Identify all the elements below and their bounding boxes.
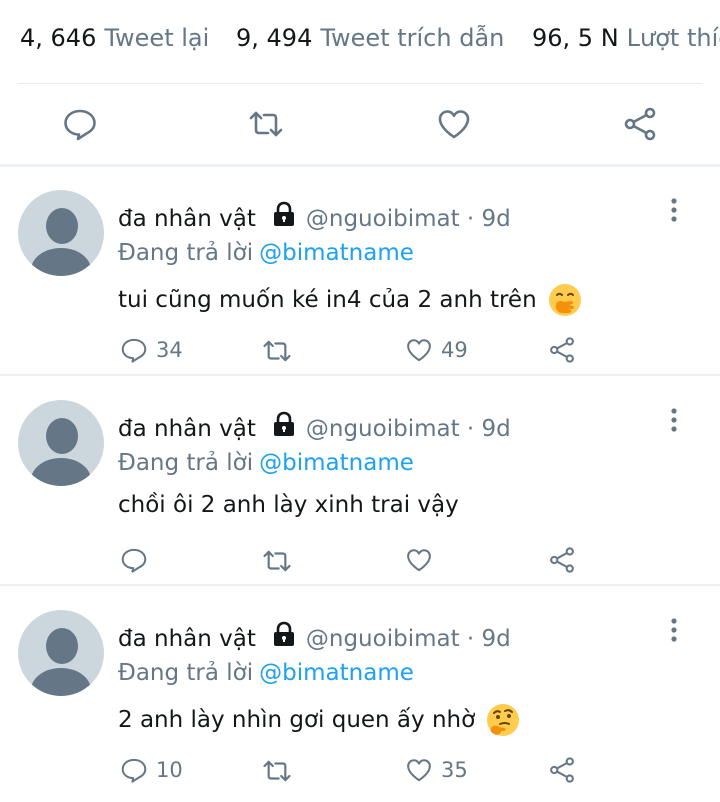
reply-actions: 10 35 [0,756,720,792]
tweet-stats-bar: 4, 646 Tweet lại 9, 494 Tweet trích dẫn 96… [0,0,720,84]
reply-header: đa nhân vật @nguoibimat · 9d [118,620,511,654]
handle-and-time: @nguoibimat · 9d [305,416,511,442]
avatar[interactable] [18,610,104,696]
share-button[interactable] [548,336,576,364]
reply-text: tui cũng muốn ké in4 của 2 anh trên [118,282,583,318]
avatar[interactable] [18,190,104,276]
reply-tweet[interactable]: đa nhân vật @nguoibimat · 9d Đang trả lời… [0,376,720,586]
like-button[interactable]: 35 [405,756,468,784]
reply-icon[interactable] [62,106,98,142]
like-icon [407,759,431,782]
more-options-icon[interactable] [664,406,684,434]
reply-button[interactable]: 34 [120,336,183,364]
handle-and-time: @nguoibimat · 9d [305,626,511,652]
share-icon [550,547,574,573]
likes-label: Lượt thích [626,24,720,52]
retweet-icon [263,340,291,362]
mention-link[interactable]: @bimatname [259,660,414,686]
avatar[interactable] [18,400,104,486]
lock-icon [270,200,298,234]
reply-text: chồi ôi 2 anh lày xinh trai vậy [118,492,459,518]
display-name[interactable]: đa nhân vật [118,206,256,232]
quotes-count: 9, 494 [236,24,313,52]
mention-link[interactable]: @bimatname [259,450,414,476]
retweet-button[interactable] [262,546,292,576]
reply-icon [121,758,147,783]
quotes-stat[interactable]: 9, 494 Tweet trích dẫn [236,24,504,52]
display-name[interactable]: đa nhân vật [118,626,256,652]
like-icon [407,339,431,362]
reply-actions: 34 49 [0,336,720,372]
share-icon [550,757,574,783]
lock-icon [270,410,298,444]
retweet-button[interactable] [262,756,292,786]
like-icon [407,549,431,572]
tweet-action-bar [0,84,720,164]
replying-to-label: Đang trả lời [118,450,254,476]
likes-count: 96, 5 N [532,24,619,52]
reply-text-body: 2 anh lày nhìn gơi quen ấy nhờ [118,707,476,733]
retweets-label: Tweet lại [104,24,210,52]
share-icon [550,337,574,363]
display-name[interactable]: đa nhân vật [118,416,256,442]
replying-to: Đang trả lời @bimatname [118,660,414,686]
reply-actions [0,546,720,582]
reply-tweet[interactable]: đa nhân vật @nguoibimat · 9d Đang trả lời… [0,586,720,794]
retweets-count: 4, 646 [20,24,97,52]
like-count: 35 [441,758,468,782]
handle-and-time: @nguoibimat · 9d [305,206,511,232]
retweet-icon [263,550,291,572]
reply-header: đa nhân vật @nguoibimat · 9d [118,410,511,444]
reply-icon [121,338,147,363]
reply-icon [121,548,147,573]
retweet-button[interactable] [262,336,292,366]
more-options-icon[interactable] [664,196,684,224]
share-icon[interactable] [622,106,658,142]
reply-header: đa nhân vật @nguoibimat · 9d [118,200,511,234]
reply-button[interactable]: 10 [120,756,183,784]
like-icon[interactable] [436,106,472,142]
quotes-label: Tweet trích dẫn [320,24,505,52]
retweet-icon[interactable] [248,106,284,142]
retweets-stat[interactable]: 4, 646 Tweet lại [20,24,209,52]
share-button[interactable] [548,546,576,574]
replying-to-label: Đang trả lời [118,660,254,686]
reply-count: 34 [156,338,183,362]
like-button[interactable] [405,546,441,574]
likes-stat[interactable]: 96, 5 NLượt thích [532,24,720,52]
face-with-hand-over-mouth-emoji [547,282,583,318]
mention-link[interactable]: @bimatname [259,240,414,266]
reply-text-body: chồi ôi 2 anh lày xinh trai vậy [118,492,459,518]
lock-icon [270,620,298,654]
thinking-face-emoji [485,702,521,738]
reply-tweet[interactable]: đa nhân vật @nguoibimat · 9d Đang trả lời… [0,166,720,376]
reply-text: 2 anh lày nhìn gơi quen ấy nhờ [118,702,521,738]
replying-to-label: Đang trả lời [118,240,254,266]
replying-to: Đang trả lời @bimatname [118,450,414,476]
like-button[interactable]: 49 [405,336,468,364]
more-options-icon[interactable] [664,616,684,644]
retweet-icon [263,760,291,782]
share-button[interactable] [548,756,576,784]
reply-text-body: tui cũng muốn ké in4 của 2 anh trên [118,287,537,313]
replying-to: Đang trả lời @bimatname [118,240,414,266]
reply-count: 10 [156,758,183,782]
reply-button[interactable] [120,546,156,574]
like-count: 49 [441,338,468,362]
